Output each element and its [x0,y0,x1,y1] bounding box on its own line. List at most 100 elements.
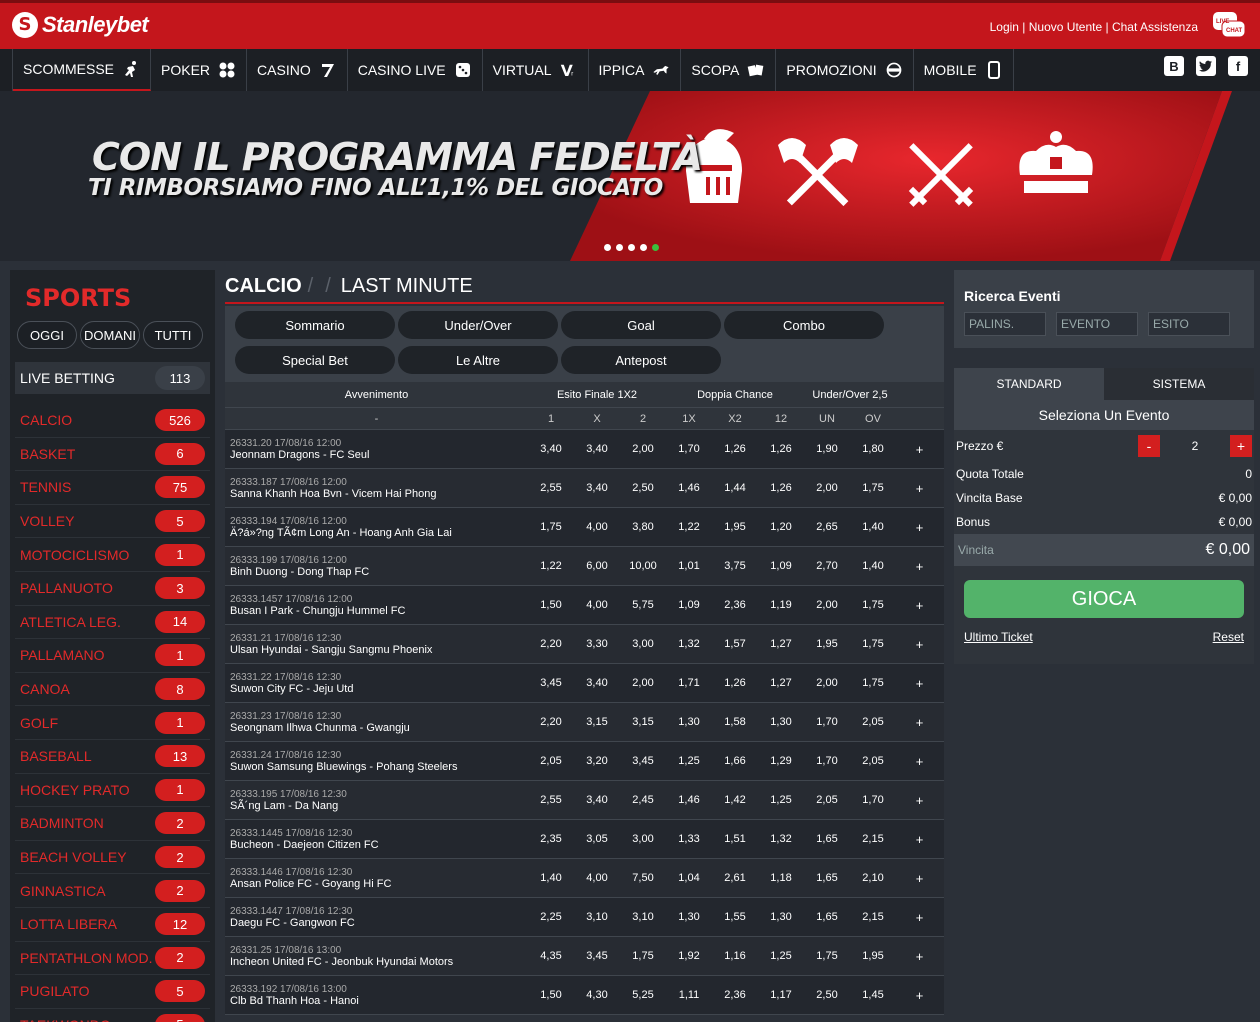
odds-cell-2[interactable]: 2,00 [620,677,666,689]
odds-cell-1[interactable]: 2,20 [528,638,574,650]
odds-cell-1x[interactable]: 1,22 [666,521,712,533]
odds-cell-1[interactable]: 2,05 [528,755,574,767]
odds-cell-x[interactable]: 3,40 [574,677,620,689]
nav-item-casino[interactable]: CASINO [247,49,348,91]
nav-item-scommesse[interactable]: SCOMMESSE [13,49,152,91]
odds-cell-ov[interactable]: 2,15 [850,833,896,845]
odds-cell-1[interactable]: 1,75 [528,521,574,533]
odds-cell-x2[interactable]: 2,61 [712,872,758,884]
event-name[interactable]: Ansan Police FC - Goyang Hi FC [230,878,528,890]
brand-logo[interactable]: S Stanleybet [12,12,149,38]
odds-cell-1[interactable]: 1,22 [528,560,574,572]
event-input[interactable]: EVENTO [1056,312,1138,336]
tab-standard[interactable]: STANDARD [954,368,1104,400]
odds-cell-12[interactable]: 1,25 [758,950,804,962]
sidebar-item-golf[interactable]: GOLF 1 [15,706,210,740]
sidebar-item-beach-volley[interactable]: BEACH VOLLEY 2 [15,841,210,875]
more-markets-button[interactable]: + [896,442,943,457]
sidebar-item-lotta-libera[interactable]: LOTTA LIBERA 12 [15,908,210,942]
decrease-stake-button[interactable]: - [1138,435,1160,457]
odds-cell-x2[interactable]: 1,26 [712,443,758,455]
odds-cell-2[interactable]: 1,75 [620,950,666,962]
twitter-icon[interactable] [1196,56,1216,76]
odds-cell-un[interactable]: 1,65 [804,911,850,923]
sidebar-item-hockey-prato[interactable]: HOCKEY PRATO 1 [15,774,210,808]
odds-cell-1[interactable]: 3,40 [528,443,574,455]
odds-cell-1x[interactable]: 1,11 [666,989,712,1001]
odds-cell-1[interactable]: 1,50 [528,599,574,611]
odds-cell-2[interactable]: 3,80 [620,521,666,533]
odds-cell-x[interactable]: 3,40 [574,794,620,806]
sidebar-item-pallanuoto[interactable]: PALLANUOTO 3 [15,572,210,606]
odds-cell-x2[interactable]: 3,75 [712,560,758,572]
odds-cell-x2[interactable]: 1,66 [712,755,758,767]
odds-cell-ov[interactable]: 1,45 [850,989,896,1001]
odds-cell-un[interactable]: 2,00 [804,482,850,494]
odds-cell-un[interactable]: 1,75 [804,950,850,962]
filter-tomorrow-button[interactable]: DOMANI [80,321,140,349]
event-name[interactable]: Busan I Park - Chungju Hummel FC [230,605,528,617]
nav-item-virtual[interactable]: VIRTUAL r [483,49,589,91]
slide-dot[interactable] [628,244,635,251]
odds-cell-x[interactable]: 3,40 [574,482,620,494]
sidebar-item-atletica-leg[interactable]: ATLETICA LEG. 14 [15,606,210,640]
outcome-input[interactable]: ESITO [1148,312,1230,336]
more-markets-button[interactable]: + [896,715,943,730]
odds-cell-x2[interactable]: 1,16 [712,950,758,962]
odds-cell-12[interactable]: 1,30 [758,716,804,728]
live-betting-item[interactable]: LIVE BETTING 113 [15,362,210,394]
odds-cell-x[interactable]: 4,00 [574,599,620,611]
odds-cell-1x[interactable]: 1,25 [666,755,712,767]
event-name[interactable]: SÃ´ng Lam - Da Nang [230,800,528,812]
sidebar-item-calcio[interactable]: CALCIO 526 [15,404,210,438]
odds-cell-2[interactable]: 3,00 [620,833,666,845]
slide-dot[interactable] [640,244,647,251]
sidebar-item-pallamano[interactable]: PALLAMANO 1 [15,639,210,673]
odds-cell-1x[interactable]: 1,92 [666,950,712,962]
odds-cell-x[interactable]: 6,00 [574,560,620,572]
sidebar-item-basket[interactable]: BASKET 6 [15,438,210,472]
tab-le-altre[interactable]: Le Altre [398,346,558,374]
sidebar-item-pentathlon-mod[interactable]: PENTATHLON MOD. 2 [15,942,210,976]
more-markets-button[interactable]: + [896,637,943,652]
slide-dot[interactable] [604,244,611,251]
more-markets-button[interactable]: + [896,559,943,574]
odds-cell-2[interactable]: 5,25 [620,989,666,1001]
odds-cell-1[interactable]: 3,45 [528,677,574,689]
filter-all-button[interactable]: TUTTI [143,321,203,349]
sidebar-item-volley[interactable]: VOLLEY 5 [15,505,210,539]
odds-cell-x2[interactable]: 1,58 [712,716,758,728]
more-markets-button[interactable]: + [896,832,943,847]
odds-cell-2[interactable]: 3,45 [620,755,666,767]
blog-icon[interactable]: B [1164,56,1184,76]
odds-cell-1[interactable]: 2,25 [528,911,574,923]
nav-item-promozioni[interactable]: PROMOZIONI [776,49,914,91]
event-name[interactable]: Ulsan Hyundai - Sangju Sangmu Phoenix [230,644,528,656]
last-ticket-link[interactable]: Ultimo Ticket [964,630,1033,644]
odds-cell-ov[interactable]: 2,15 [850,911,896,923]
odds-cell-x2[interactable]: 1,51 [712,833,758,845]
odds-cell-2[interactable]: 10,00 [620,560,666,572]
odds-cell-ov[interactable]: 2,05 [850,716,896,728]
odds-cell-12[interactable]: 1,25 [758,794,804,806]
register-link[interactable]: Nuovo Utente [1029,20,1102,34]
odds-cell-un[interactable]: 1,65 [804,872,850,884]
odds-cell-un[interactable]: 2,00 [804,677,850,689]
odds-cell-ov[interactable]: 2,10 [850,872,896,884]
odds-cell-1[interactable]: 2,35 [528,833,574,845]
odds-cell-x2[interactable]: 1,26 [712,677,758,689]
facebook-icon[interactable]: f [1228,56,1248,76]
login-link[interactable]: Login [990,20,1019,34]
odds-cell-un[interactable]: 2,05 [804,794,850,806]
odds-cell-un[interactable]: 1,95 [804,638,850,650]
event-name[interactable]: Suwon City FC - Jeju Utd [230,683,528,695]
odds-cell-x2[interactable]: 1,55 [712,911,758,923]
sidebar-item-taekwondo[interactable]: TAEKWONDO 5 [15,1009,210,1022]
odds-cell-12[interactable]: 1,27 [758,638,804,650]
tab-goal[interactable]: Goal [561,311,721,339]
odds-cell-x[interactable]: 4,30 [574,989,620,1001]
odds-cell-ov[interactable]: 1,75 [850,638,896,650]
slide-dot[interactable] [616,244,623,251]
odds-cell-1x[interactable]: 1,70 [666,443,712,455]
odds-cell-ov[interactable]: 1,40 [850,521,896,533]
